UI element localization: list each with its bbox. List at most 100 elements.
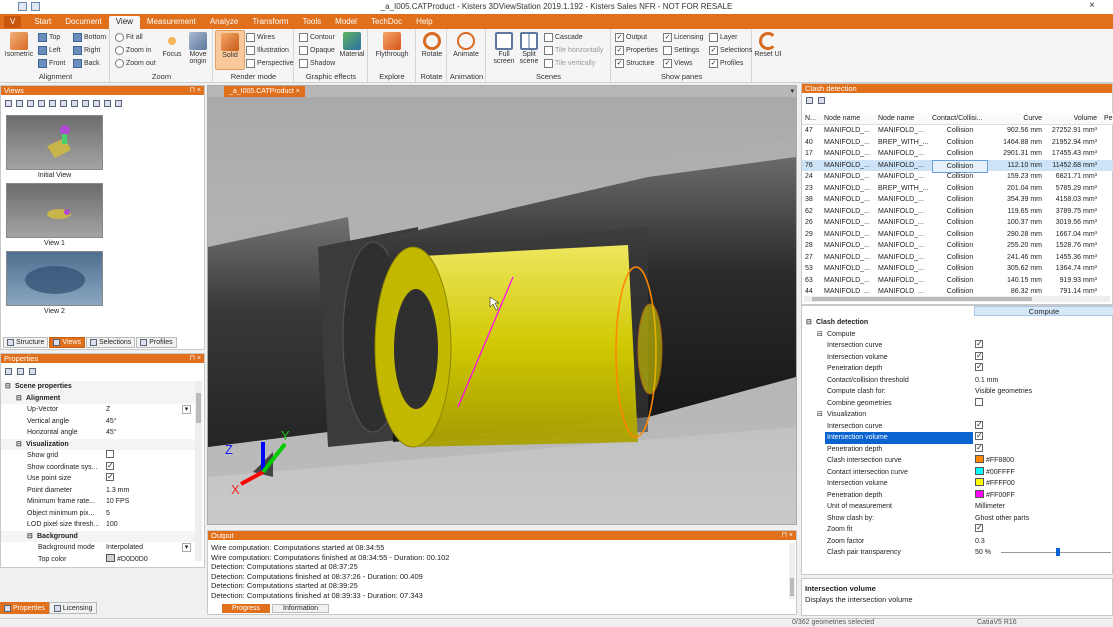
color-swatch[interactable] <box>975 466 984 475</box>
view-thumbnail-2[interactable] <box>6 251 103 306</box>
clash-property-row[interactable]: Combine geometries <box>802 397 1113 410</box>
tab-licensing[interactable]: Licensing <box>48 602 98 614</box>
delete-view-icon[interactable] <box>38 100 45 107</box>
play-view-icon[interactable] <box>82 100 89 107</box>
document-tab[interactable]: _a_I005.CATProduct × <box>224 86 305 97</box>
refresh-icon[interactable] <box>29 368 36 375</box>
column-header[interactable]: Node name <box>878 113 914 125</box>
flythrough-button[interactable]: Flythrough <box>373 32 411 58</box>
property-row[interactable]: LOD pixel size thresh... 100 <box>1 519 196 531</box>
clash-property-row[interactable]: Intersection volume #FFFF00 <box>802 478 1113 490</box>
clash-property-value[interactable] <box>975 397 983 410</box>
tab-progress[interactable]: Progress <box>222 604 271 613</box>
clash-property-row[interactable]: Intersection volume <box>802 431 1113 444</box>
clash-hscrollbar[interactable] <box>804 296 1110 302</box>
table-row[interactable]: 29 MANIFOLD_... MANIFOLD_... Collision 290.2… <box>802 229 1113 241</box>
tab-selections[interactable]: Selections <box>85 337 136 348</box>
property-row[interactable]: ⊟ Background <box>1 530 196 543</box>
property-row[interactable]: Show coordinate sys... <box>1 461 196 474</box>
property-value[interactable]: 45° <box>106 427 117 439</box>
refresh-clash-icon[interactable] <box>818 97 825 104</box>
views-pane-toggle[interactable]: Views <box>663 59 693 68</box>
settings-pane-toggle[interactable]: Settings <box>663 46 699 55</box>
clash-property-row[interactable]: Clash intersection curve #FF8800 <box>802 455 1113 467</box>
grid-view-icon[interactable] <box>93 100 100 107</box>
clash-property-row[interactable]: Penetration depth <box>802 362 1113 375</box>
solid-button[interactable]: Solid <box>215 30 245 70</box>
menu-tools[interactable]: Tools <box>295 16 328 29</box>
expand-icon[interactable]: ⊟ <box>27 531 33 543</box>
reset-ui-button[interactable]: Reset UI <box>753 32 783 58</box>
tab-views[interactable]: Views <box>49 337 85 348</box>
property-row[interactable]: Point diameter 1.3 mm <box>1 485 196 497</box>
table-row[interactable]: 26 MANIFOLD_... MANIFOLD_... Collision 100.3… <box>802 217 1113 229</box>
bottom-view-button[interactable]: Bottom <box>73 33 106 42</box>
property-value[interactable]: #D0D0D0 <box>106 553 148 565</box>
add-view-icon[interactable] <box>16 100 23 107</box>
color-swatch[interactable] <box>106 553 115 562</box>
property-value[interactable] <box>106 472 114 485</box>
property-row[interactable]: Up-Vector Z ▾ <box>1 404 196 416</box>
menu-view[interactable]: View <box>108 16 140 29</box>
menu-model[interactable]: Model <box>328 16 364 29</box>
property-row[interactable]: ⊟ Scene properties <box>1 381 196 393</box>
panel-pin-close-icon[interactable]: ⊓ × <box>190 86 202 95</box>
expand-icon[interactable]: ⊟ <box>817 329 823 341</box>
table-row[interactable]: 47 MANIFOLD_... MANIFOLD_... Collision 902.5… <box>802 125 1113 137</box>
wires-button[interactable]: Wires <box>246 33 275 42</box>
category-icon[interactable] <box>17 368 24 375</box>
property-row[interactable]: Top color #D0D0D0 <box>1 553 196 565</box>
update-view-icon[interactable] <box>27 100 34 107</box>
column-header[interactable]: Curve <box>1023 113 1042 125</box>
clash-property-row[interactable]: ⊟ Visualization <box>802 409 1113 421</box>
table-row[interactable]: 63 MANIFOLD_... MANIFOLD_... Collision 140.1… <box>802 275 1113 287</box>
shadow-button[interactable]: Shadow <box>299 59 335 68</box>
output-pane-toggle[interactable]: Output <box>615 33 647 42</box>
property-row[interactable]: Vertical angle 45° <box>1 416 196 428</box>
dropdown-arrow-icon[interactable]: ▾ <box>182 543 191 552</box>
tile-vertically-button[interactable]: Tile vertically <box>544 59 595 68</box>
fit-all-button[interactable]: Fit all <box>115 33 143 42</box>
clash-property-row[interactable]: Show clash by: Ghost other parts <box>802 513 1113 525</box>
clash-property-value[interactable] <box>975 523 983 536</box>
animate-button[interactable]: Animate <box>451 32 481 58</box>
property-value[interactable]: 5 <box>106 508 110 520</box>
column-header[interactable]: Node name <box>824 113 860 125</box>
split-scene-button[interactable]: Split scene <box>514 32 544 65</box>
export-clash-icon[interactable] <box>806 97 813 104</box>
clash-property-row[interactable]: ⊟ Compute <box>802 329 1113 341</box>
property-row[interactable]: Minimum frame rate... 10 FPS <box>1 496 196 508</box>
menu-start[interactable]: Start <box>27 16 58 29</box>
column-header[interactable]: Pe <box>1104 113 1113 125</box>
properties-scrollbar[interactable] <box>195 381 202 561</box>
cascade-button[interactable]: Cascade <box>544 33 583 42</box>
clash-property-row[interactable]: Zoom factor 0.3 <box>802 536 1113 548</box>
sort-icon[interactable] <box>5 368 12 375</box>
checkbox[interactable] <box>106 450 114 459</box>
dropdown-arrow-icon[interactable]: ▾ <box>182 405 191 414</box>
export-view-icon[interactable] <box>115 100 122 107</box>
tab-properties[interactable]: Properties <box>0 602 49 614</box>
clash-property-row[interactable]: Intersection volume <box>802 351 1113 364</box>
stop-icon[interactable] <box>60 100 67 107</box>
clash-property-row[interactable]: Penetration depth #FF00FF <box>802 489 1113 502</box>
clash-property-value[interactable]: #FF8800 <box>975 455 1014 467</box>
table-row[interactable]: 17 MANIFOLD_... MANIFOLD_... Collision 2901.… <box>802 148 1113 160</box>
expand-icon[interactable]: ⊟ <box>16 439 22 451</box>
menu-techdoc[interactable]: TechDoc <box>364 16 409 29</box>
clash-property-value[interactable]: #FF00FF <box>975 489 1015 502</box>
left-view-button[interactable]: Left <box>38 46 61 55</box>
property-row[interactable]: Background mode Interpolated ▾ <box>1 542 196 554</box>
property-value[interactable]: Interpolated ▾ <box>106 542 191 554</box>
color-swatch[interactable] <box>975 478 984 487</box>
zoom-in-button[interactable]: Zoom in <box>115 46 151 55</box>
column-header[interactable]: N... <box>805 113 816 125</box>
table-row[interactable]: 28 MANIFOLD_... MANIFOLD_... Collision 255.2… <box>802 240 1113 252</box>
clash-property-value[interactable]: 0.1 mm <box>975 375 998 387</box>
output-scrollbar[interactable] <box>789 543 795 599</box>
menu-measurement[interactable]: Measurement <box>140 16 203 29</box>
next-view-icon[interactable] <box>71 100 78 107</box>
property-row[interactable]: ⊟ Alignment <box>1 392 196 404</box>
checkbox[interactable] <box>975 420 983 430</box>
property-value[interactable]: 100 <box>106 519 118 531</box>
